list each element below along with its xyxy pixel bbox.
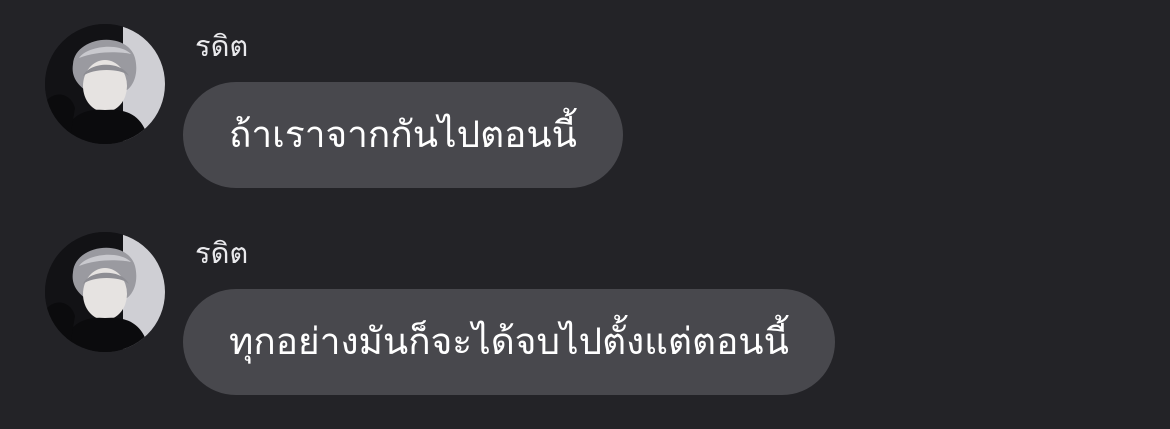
- message-text: ถ้าเราจากกันไปตอนนี้: [229, 113, 577, 156]
- message-bubble[interactable]: ถ้าเราจากกันไปตอนนี้: [183, 82, 623, 188]
- chat-message: รดิต ทุกอย่างมันก็จะได้จบไปตั้งแต่ตอนนี้: [0, 209, 1170, 409]
- user-avatar-icon: [45, 24, 165, 144]
- message-text: ทุกอย่างมันก็จะได้จบไปตั้งแต่ตอนนี้: [229, 320, 789, 363]
- user-avatar-icon: [45, 232, 165, 352]
- avatar[interactable]: [45, 24, 165, 144]
- message-bubble[interactable]: ทุกอย่างมันก็จะได้จบไปตั้งแต่ตอนนี้: [183, 289, 835, 395]
- chat-message: รดิต ถ้าเราจากกันไปตอนนี้: [0, 0, 1170, 200]
- sender-name: รดิต: [195, 29, 249, 63]
- avatar[interactable]: [45, 232, 165, 352]
- sender-name: รดิต: [195, 236, 249, 270]
